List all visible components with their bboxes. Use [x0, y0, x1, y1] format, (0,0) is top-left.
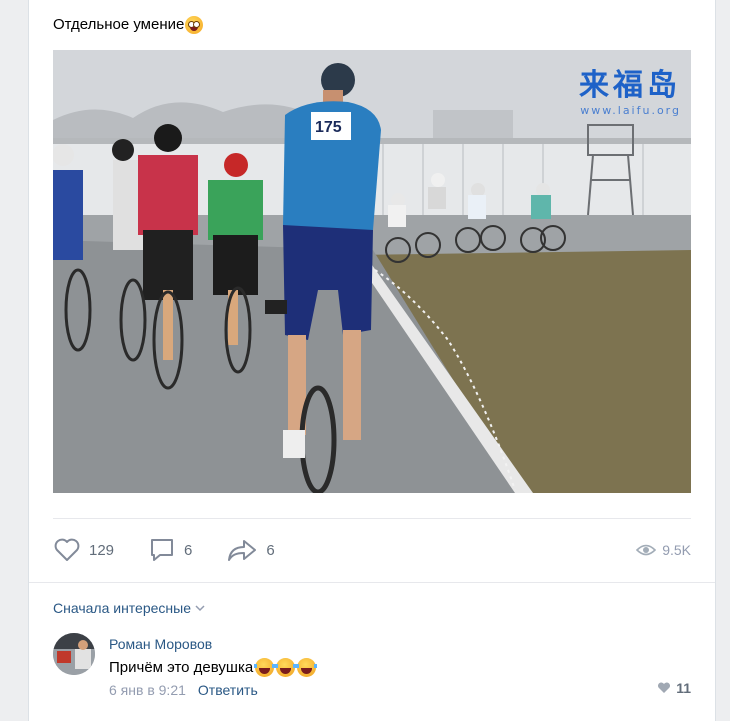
- heart-icon: [658, 682, 671, 693]
- comments-sort-dropdown[interactable]: Сначала интересные: [53, 600, 205, 616]
- share-count: 6: [266, 541, 275, 559]
- comments-separator: [29, 582, 715, 583]
- share-button[interactable]: 6: [226, 538, 275, 562]
- watermark-url: www.laifu.org: [580, 104, 681, 117]
- reply-button[interactable]: Ответить: [198, 682, 258, 698]
- laughing-tears-emoji-icon: [296, 657, 318, 677]
- post-card: Отдельное умение 175 来福岛 www.laifu.org 1…: [28, 0, 716, 721]
- avatar[interactable]: [53, 633, 95, 675]
- like-count: 129: [89, 541, 115, 559]
- comment-item: Роман Моровов Причём это девушка 6 янв в…: [53, 633, 691, 703]
- comment-text: Причём это девушка: [109, 656, 318, 678]
- comment-like-button[interactable]: 11: [657, 680, 691, 696]
- like-button[interactable]: 129: [53, 538, 114, 562]
- watermark-brand: 来福岛: [579, 68, 681, 103]
- heart-icon: [54, 538, 80, 561]
- comment-author[interactable]: Роман Моровов: [109, 636, 212, 652]
- post-actions: 129 6 6 9.5K: [53, 536, 691, 564]
- post-text-label: Отдельное умение: [53, 16, 185, 33]
- views-counter: 9.5K: [636, 536, 691, 564]
- laughing-tears-emoji-icon: [275, 657, 297, 677]
- views-count: 9.5K: [662, 542, 691, 558]
- comment-button[interactable]: 6: [148, 537, 192, 563]
- comment-count: 6: [184, 541, 193, 559]
- comment-date[interactable]: 6 янв в 9:21: [109, 682, 186, 698]
- comment-meta: 6 янв в 9:21 Ответить: [109, 682, 258, 698]
- sort-label: Сначала интересные: [53, 600, 191, 616]
- photo-watermark: 来福岛 www.laifu.org: [579, 60, 681, 117]
- svg-text:175: 175: [315, 119, 342, 136]
- eye-icon: [636, 544, 657, 556]
- laughing-tears-emoji-icon: [254, 657, 276, 677]
- comment-icon: [151, 539, 174, 561]
- post-photo[interactable]: 175 来福岛 www.laifu.org: [53, 50, 691, 493]
- chevron-down-icon: [195, 605, 205, 612]
- comment-text-label: Причём это девушка: [109, 658, 254, 676]
- comment-like-count: 11: [676, 680, 691, 696]
- post-text: Отдельное умение: [53, 14, 204, 36]
- crazy-face-emoji-icon: [185, 16, 204, 34]
- post-divider: [53, 518, 691, 519]
- avatar-image: [53, 633, 95, 675]
- share-icon: [228, 540, 257, 561]
